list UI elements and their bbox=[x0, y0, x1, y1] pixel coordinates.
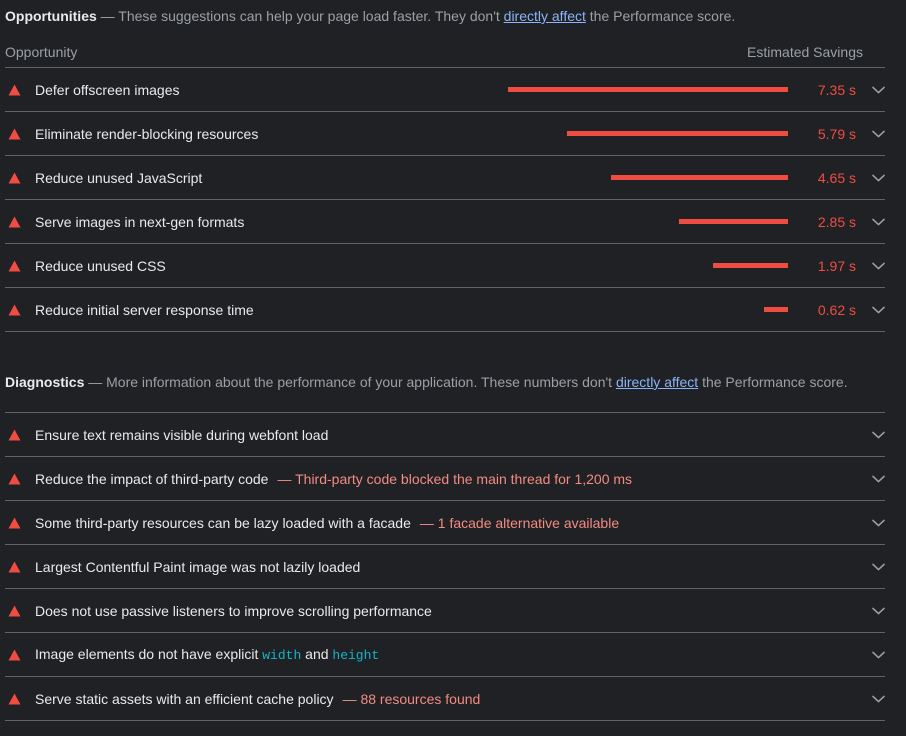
warning-triangle-icon bbox=[5, 81, 23, 99]
opportunities-column-header: Opportunity Estimated Savings bbox=[0, 37, 906, 67]
warning-triangle-icon bbox=[5, 690, 23, 708]
chevron-down-icon[interactable] bbox=[871, 303, 885, 317]
opportunity-savings-value: 1.97 s bbox=[817, 257, 856, 274]
diagnostic-row-divider bbox=[5, 720, 885, 721]
diagnostic-title: Some third-party resources can be lazy l… bbox=[35, 514, 411, 531]
chevron-down-icon[interactable] bbox=[871, 215, 885, 229]
diagnostic-row[interactable]: Image elements do not have explicit widt… bbox=[0, 633, 906, 676]
diagnostic-row[interactable]: Reduce the impact of third-party code — T… bbox=[0, 457, 906, 500]
opportunity-title: Reduce unused JavaScript bbox=[35, 169, 203, 186]
opportunity-row[interactable]: Serve images in next-gen formats 2.85 s bbox=[0, 200, 906, 243]
diagnostic-title: Largest Contentful Paint image was not l… bbox=[35, 558, 361, 575]
chevron-down-icon[interactable] bbox=[871, 516, 885, 530]
diagnostic-subtitle: — Third-party code blocked the main thre… bbox=[277, 470, 633, 487]
diagnostics-desc-before: — More information about the performance… bbox=[84, 374, 616, 390]
warning-triangle-icon bbox=[5, 257, 23, 275]
warning-triangle-icon bbox=[5, 514, 23, 532]
diagnostic-row[interactable]: Some third-party resources can be lazy l… bbox=[0, 501, 906, 544]
savings-sparkline bbox=[503, 307, 788, 312]
diagnostic-title: Reduce the impact of third-party code bbox=[35, 470, 269, 487]
diagnostics-description: Diagnostics — More information about the… bbox=[0, 370, 906, 394]
opportunity-title: Reduce unused CSS bbox=[35, 257, 166, 274]
chevron-down-icon[interactable] bbox=[871, 604, 885, 618]
diagnostic-title: Image elements do not have explicit widt… bbox=[35, 645, 380, 663]
chevron-down-icon[interactable] bbox=[871, 259, 885, 273]
directly-affect-link[interactable]: directly affect bbox=[616, 374, 698, 390]
opportunity-title: Serve images in next-gen formats bbox=[35, 213, 245, 230]
chevron-down-icon[interactable] bbox=[871, 692, 885, 706]
opportunity-title: Reduce initial server response time bbox=[35, 301, 254, 318]
diagnostics-section-title: Diagnostics bbox=[5, 374, 85, 390]
chevron-down-icon[interactable] bbox=[871, 428, 885, 442]
opportunity-savings-value: 2.85 s bbox=[817, 213, 856, 230]
opportunity-row[interactable]: Reduce unused CSS 1.97 s bbox=[0, 244, 906, 287]
code-token-height: height bbox=[332, 647, 380, 663]
warning-triangle-icon bbox=[5, 602, 23, 620]
diagnostic-row[interactable]: Ensure text remains visible during webfo… bbox=[0, 413, 906, 456]
opportunities-desc-after: the Performance score. bbox=[585, 8, 736, 24]
warning-triangle-icon bbox=[5, 426, 23, 444]
chevron-down-icon[interactable] bbox=[871, 560, 885, 574]
opportunity-savings-value: 0.62 s bbox=[817, 301, 856, 318]
opportunities-section-title: Opportunities bbox=[5, 8, 97, 24]
opportunities-list: Defer offscreen images 7.35 s Eliminate re… bbox=[0, 68, 906, 332]
diagnostic-row[interactable]: Serve static assets with an efficient ca… bbox=[0, 677, 906, 720]
diagnostic-title: Serve static assets with an efficient ca… bbox=[35, 690, 334, 707]
warning-triangle-icon bbox=[5, 125, 23, 143]
diagnostics-desc-after: the Performance score. bbox=[698, 374, 848, 390]
warning-triangle-icon bbox=[5, 169, 23, 187]
column-header-estimated-savings: Estimated Savings bbox=[747, 44, 863, 60]
opportunities-desc-before: — These suggestions can help your page l… bbox=[96, 8, 504, 24]
savings-sparkline bbox=[503, 131, 788, 136]
directly-affect-link[interactable]: directly affect bbox=[504, 8, 586, 24]
diagnostics-list: Ensure text remains visible during webfo… bbox=[0, 413, 906, 721]
chevron-down-icon[interactable] bbox=[871, 648, 885, 662]
opportunity-row[interactable]: Defer offscreen images 7.35 s bbox=[0, 68, 906, 111]
diagnostic-title: Does not use passive listeners to improv… bbox=[35, 602, 432, 619]
opportunity-title: Eliminate render-blocking resources bbox=[35, 125, 259, 142]
warning-triangle-icon bbox=[5, 470, 23, 488]
warning-triangle-icon bbox=[5, 213, 23, 231]
diagnostic-row[interactable]: Does not use passive listeners to improv… bbox=[0, 589, 906, 632]
diagnostic-row[interactable]: Largest Contentful Paint image was not l… bbox=[0, 545, 906, 588]
savings-sparkline bbox=[503, 263, 788, 268]
warning-triangle-icon bbox=[5, 301, 23, 319]
warning-triangle-icon bbox=[5, 558, 23, 576]
warning-triangle-icon bbox=[5, 646, 23, 664]
opportunity-savings-value: 5.79 s bbox=[817, 125, 856, 142]
opportunity-row[interactable]: Reduce initial server response time 0.62 … bbox=[0, 288, 906, 331]
diagnostic-subtitle: — 1 facade alternative available bbox=[419, 514, 620, 531]
opportunity-row[interactable]: Reduce unused JavaScript 4.65 s bbox=[0, 156, 906, 199]
diagnostic-title: Ensure text remains visible during webfo… bbox=[35, 426, 329, 443]
chevron-down-icon[interactable] bbox=[871, 472, 885, 486]
column-header-opportunity: Opportunity bbox=[5, 44, 78, 60]
lighthouse-performance-report: Opportunities — These suggestions can he… bbox=[0, 0, 906, 736]
opportunity-savings-value: 4.65 s bbox=[817, 169, 856, 186]
chevron-down-icon[interactable] bbox=[871, 83, 885, 97]
code-token-width: width bbox=[262, 647, 302, 663]
savings-sparkline bbox=[503, 87, 788, 92]
diagnostic-subtitle: — 88 resources found bbox=[342, 690, 481, 707]
opportunity-savings-value: 7.35 s bbox=[817, 81, 856, 98]
chevron-down-icon[interactable] bbox=[871, 127, 885, 141]
savings-sparkline bbox=[503, 219, 788, 224]
opportunities-description: Opportunities — These suggestions can he… bbox=[0, 4, 906, 28]
opportunity-row[interactable]: Eliminate render-blocking resources 5.79 … bbox=[0, 112, 906, 155]
opportunity-title: Defer offscreen images bbox=[35, 81, 180, 98]
chevron-down-icon[interactable] bbox=[871, 171, 885, 185]
savings-sparkline bbox=[503, 175, 788, 180]
